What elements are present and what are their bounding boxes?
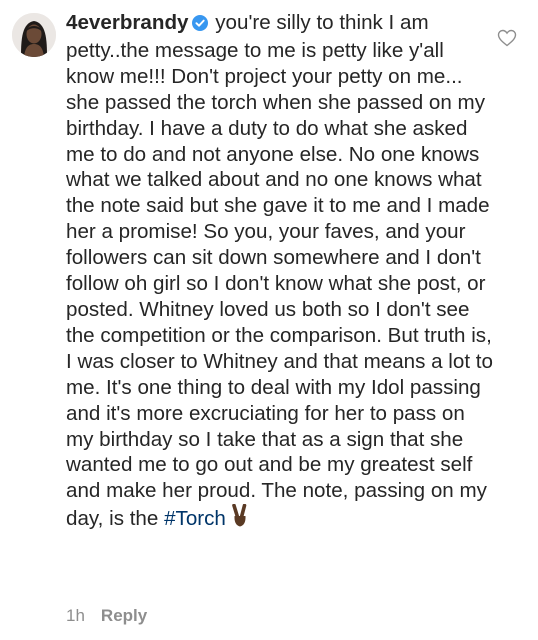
avatar-image [12,13,56,57]
verified-badge-icon [191,12,208,38]
comment-body: 4everbrandy you're silly to think I am p… [66,10,494,535]
comment-text: you're silly to think I am petty..the me… [66,11,493,531]
reply-button[interactable]: Reply [101,606,147,625]
comment-meta: 1h Reply [66,606,147,626]
heart-outline-icon[interactable] [497,29,517,47]
comment: 4everbrandy you're silly to think I am p… [0,0,538,640]
timestamp: 1h [66,606,85,625]
hashtag-link[interactable]: #Torch [164,507,226,530]
victory-hand-emoji-icon [231,503,249,535]
avatar[interactable] [12,13,56,57]
username[interactable]: 4everbrandy [66,11,189,34]
